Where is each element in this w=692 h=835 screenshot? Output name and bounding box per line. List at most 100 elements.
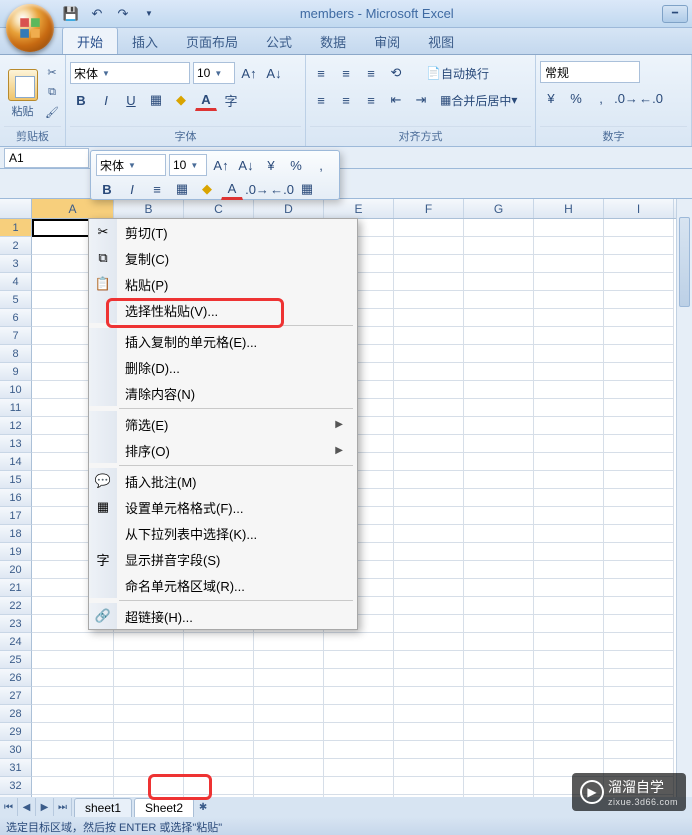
cell[interactable] [324,633,394,651]
cell[interactable] [604,615,674,633]
mini-decimal-dec-icon[interactable]: ←.0 [271,178,293,200]
cell[interactable] [254,705,324,723]
mini-font-color-icon[interactable]: A [221,178,243,200]
cell[interactable] [394,219,464,237]
col-header-d[interactable]: D [254,199,324,218]
minimize-button[interactable]: ━ [662,5,688,23]
row-header[interactable]: 30 [0,741,32,759]
cell[interactable] [32,633,114,651]
cell[interactable] [604,345,674,363]
row-header[interactable]: 14 [0,453,32,471]
phonetic-button[interactable]: 字 [220,89,242,111]
bold-button[interactable]: B [70,89,92,111]
mini-decimal-inc-icon[interactable]: .0→ [246,178,268,200]
office-button[interactable] [6,4,54,52]
align-left-icon[interactable]: ≡ [310,89,332,111]
cell[interactable] [464,615,534,633]
cell[interactable] [114,723,184,741]
cell[interactable] [464,723,534,741]
font-size-dropdown[interactable]: 10▼ [193,62,235,84]
vertical-scrollbar[interactable] [676,199,692,797]
cell[interactable] [184,633,254,651]
cell[interactable] [184,723,254,741]
cell[interactable] [604,723,674,741]
align-right-icon[interactable]: ≡ [360,89,382,111]
cell[interactable] [604,489,674,507]
orientation-icon[interactable]: ⟲ [385,62,407,84]
cell[interactable] [534,651,604,669]
cell[interactable] [604,543,674,561]
cell[interactable] [464,741,534,759]
mini-italic-icon[interactable]: I [121,178,143,200]
row-header[interactable]: 11 [0,399,32,417]
cell[interactable] [534,399,604,417]
cell[interactable] [394,579,464,597]
cell[interactable] [534,561,604,579]
currency-icon[interactable]: ¥ [540,87,562,109]
cell[interactable] [394,543,464,561]
cell[interactable] [464,309,534,327]
tab-view[interactable]: 视图 [414,28,468,54]
mini-bold-icon[interactable]: B [96,178,118,200]
tab-formulas[interactable]: 公式 [252,28,306,54]
mini-border-icon[interactable]: ▦ [171,178,193,200]
cell[interactable] [464,417,534,435]
cell[interactable] [184,759,254,777]
cell[interactable] [254,633,324,651]
row-header[interactable]: 4 [0,273,32,291]
cell[interactable] [604,363,674,381]
cell[interactable] [394,345,464,363]
col-header-g[interactable]: G [464,199,534,218]
cell[interactable] [32,669,114,687]
cell[interactable] [324,723,394,741]
cell[interactable] [464,327,534,345]
mini-fill-icon[interactable]: ◆ [196,178,218,200]
cell[interactable] [604,237,674,255]
cell[interactable] [394,525,464,543]
cell[interactable] [324,741,394,759]
cell[interactable] [534,633,604,651]
select-all-button[interactable] [0,199,32,218]
cell[interactable] [394,759,464,777]
font-name-dropdown[interactable]: 宋体▼ [70,62,190,84]
row-header[interactable]: 21 [0,579,32,597]
cell[interactable] [394,417,464,435]
cell[interactable] [604,291,674,309]
menu-item[interactable]: 📋粘贴(P) [89,271,357,297]
cell[interactable] [464,543,534,561]
menu-item[interactable]: 排序(O)▶ [89,437,357,463]
cell[interactable] [534,255,604,273]
cell[interactable] [604,219,674,237]
tab-home[interactable]: 开始 [62,27,118,54]
cell[interactable] [394,291,464,309]
row-header[interactable]: 29 [0,723,32,741]
cell[interactable] [464,633,534,651]
cell[interactable] [324,651,394,669]
row-header[interactable]: 7 [0,327,32,345]
cell[interactable] [394,723,464,741]
cell[interactable] [394,309,464,327]
tab-data[interactable]: 数据 [306,28,360,54]
cell[interactable] [394,669,464,687]
row-header[interactable]: 32 [0,777,32,795]
align-top-icon[interactable]: ≡ [310,62,332,84]
menu-item[interactable]: 命名单元格区域(R)... [89,572,357,598]
sheet-tab-sheet2[interactable]: Sheet2 [134,798,194,817]
cell[interactable] [464,579,534,597]
cell[interactable] [184,777,254,795]
cell[interactable] [464,759,534,777]
cell[interactable] [394,561,464,579]
cell[interactable] [464,255,534,273]
cell[interactable] [534,669,604,687]
cell[interactable] [464,471,534,489]
row-header[interactable]: 17 [0,507,32,525]
cell[interactable] [464,651,534,669]
insert-sheet-icon[interactable]: ✱ [194,798,212,816]
cell[interactable] [324,759,394,777]
tab-review[interactable]: 审阅 [360,28,414,54]
col-header-f[interactable]: F [394,199,464,218]
qat-dropdown-icon[interactable]: ▼ [138,3,160,25]
cell[interactable] [464,489,534,507]
row-header[interactable]: 5 [0,291,32,309]
cell[interactable] [604,669,674,687]
